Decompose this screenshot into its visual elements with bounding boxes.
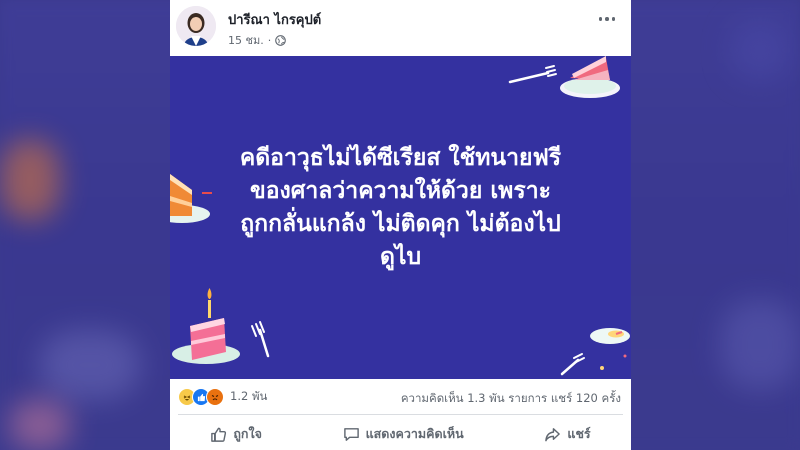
banner-line: ของศาลว่าความให้ด้วย เพราะ (250, 178, 551, 204)
post-time[interactable]: 15 ชม. (228, 31, 264, 49)
facebook-post: ปารีณา ไกรคุปต์ 15 ชม. · คดีอาวุธไม่ได้ซ… (170, 0, 631, 450)
post-actions: ถูกใจ แสดงความคิดเห็น แชร์ (170, 418, 631, 450)
share-label: แชร์ (567, 426, 591, 441)
share-button[interactable]: แชร์ (544, 424, 591, 444)
like-label: ถูกใจ (233, 426, 262, 441)
thumbs-up-icon (211, 427, 227, 442)
reaction-count[interactable]: 1.2 พัน (230, 388, 267, 406)
post-header: ปารีณา ไกรคุปต์ 15 ชม. · (170, 0, 631, 56)
background-blob (720, 300, 800, 390)
cake-with-candle-icon (172, 288, 240, 364)
divider (178, 414, 623, 415)
background-blob (730, 20, 790, 80)
globe-icon (275, 34, 287, 46)
cake-slice-icon (560, 56, 620, 98)
author-name[interactable]: ปารีณา ไกรคุปต์ (228, 9, 321, 30)
meta-separator: · (267, 33, 272, 47)
fork-icon (560, 353, 585, 376)
fork-icon (508, 65, 557, 84)
comments-shares-summary: ความคิดเห็น 1.3 พัน รายการ แชร์ 120 ครั้… (401, 390, 621, 408)
share-icon (545, 427, 561, 441)
like-button[interactable]: ถูกใจ (210, 424, 262, 444)
post-meta: 15 ชม. · (228, 31, 287, 49)
comment-button[interactable]: แสดงความคิดเห็น (343, 424, 464, 444)
comment-icon (343, 427, 359, 441)
fork-icon (251, 321, 270, 358)
background-blob (10, 400, 70, 450)
more-options-icon[interactable] (595, 10, 619, 28)
banner-line: ถูกกลั่นแกล้ง ไม่ติดคุก ไม่ต้องไป (240, 211, 561, 237)
comment-label: แสดงความคิดเห็น (365, 426, 464, 441)
post-banner: คดีอาวุธไม่ได้ซีเรียส ใช้ทนายฟรี ของศาลว… (170, 56, 631, 379)
post-stats: 1.2 พัน ความคิดเห็น 1.3 พัน รายการ แชร์ … (170, 382, 631, 410)
banner-line: ดูไบ (379, 244, 422, 270)
share-count[interactable]: แชร์ 120 ครั้ง (551, 391, 621, 405)
plate-icon (590, 328, 630, 344)
angry-reaction-icon (206, 388, 224, 406)
avatar[interactable] (176, 6, 216, 46)
comment-count[interactable]: ความคิดเห็น 1.3 พัน รายการ (401, 391, 547, 405)
background-blob (40, 330, 140, 400)
reactions-summary[interactable]: 1.2 พัน (178, 388, 267, 406)
background-blob (0, 140, 60, 220)
banner-line: คดีอาวุธไม่ได้ซีเรียส ใช้ทนายฟรี (239, 145, 562, 171)
banner-text: คดีอาวุธไม่ได้ซีเรียส ใช้ทนายฟรี ของศาลว… (170, 142, 631, 274)
